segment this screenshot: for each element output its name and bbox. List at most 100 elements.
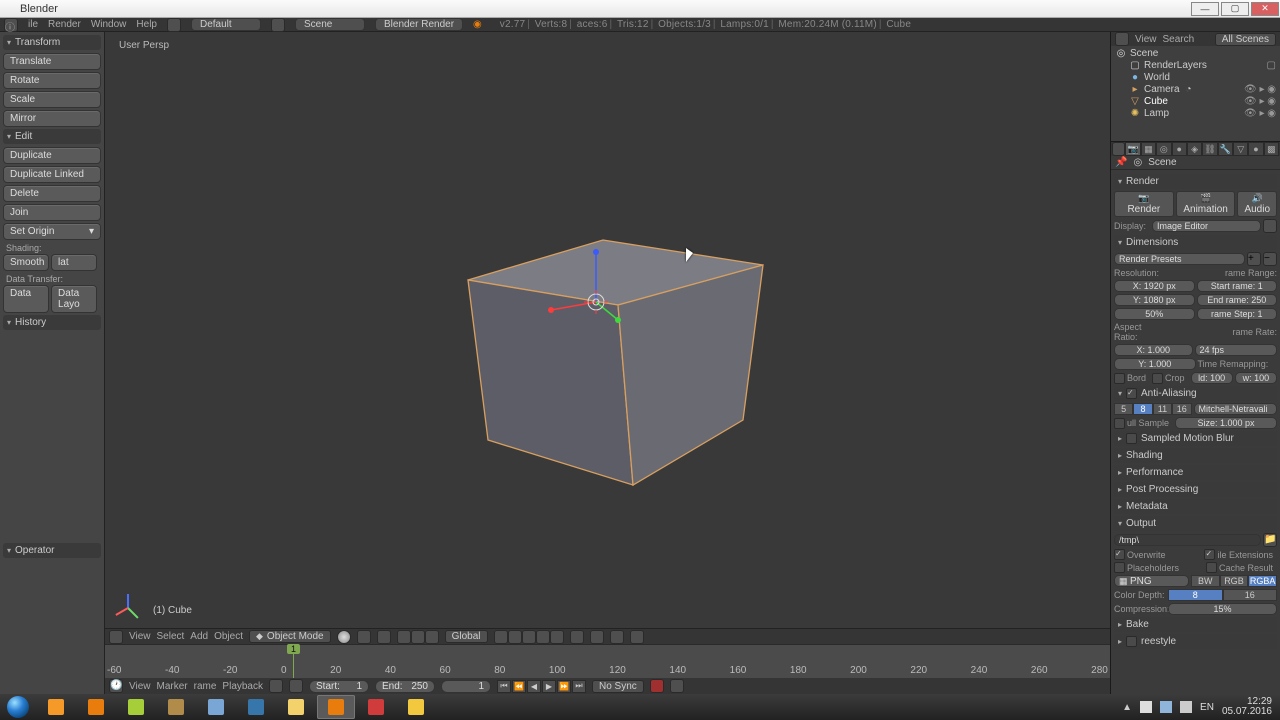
tray-arrow-icon[interactable]: ▲: [1122, 702, 1132, 713]
compression-field[interactable]: 15%: [1168, 603, 1277, 615]
rotate-manip-icon[interactable]: [411, 630, 425, 644]
manipulator-mode-group[interactable]: [397, 630, 439, 644]
depth-segment[interactable]: 8 16: [1168, 589, 1277, 601]
autokey-button[interactable]: [650, 679, 664, 693]
jump-end-button[interactable]: ⏭: [572, 680, 586, 693]
transform-panel-header[interactable]: Transform: [3, 35, 101, 50]
tree-renderlayers[interactable]: ▢RenderLayers▢: [1115, 60, 1276, 72]
menu-window[interactable]: Window: [91, 19, 127, 30]
shade-smooth-button[interactable]: Smooth: [3, 254, 49, 271]
tree-camera[interactable]: ▸Camera◔👁 ▸ ◉: [1115, 84, 1276, 96]
mblur-check[interactable]: [1126, 433, 1137, 444]
keying-set-icon[interactable]: [670, 679, 684, 693]
animation-button[interactable]: 🎬 Animation: [1176, 191, 1236, 217]
mode-selector[interactable]: ◆ Object Mode: [249, 630, 331, 643]
taskbar-app-blender2[interactable]: [317, 695, 355, 719]
editor-type-properties-icon[interactable]: [1112, 142, 1125, 156]
taskbar-app-cube[interactable]: [197, 695, 235, 719]
render-button[interactable]: 📷 Render: [1114, 191, 1174, 217]
editor-type-icon[interactable]: ⓘ: [4, 18, 18, 32]
res-x-field[interactable]: X: 1920 px: [1114, 280, 1195, 292]
freestyle-panel-header[interactable]: reestyle: [1114, 634, 1277, 649]
crop-check[interactable]: [1152, 373, 1163, 384]
performance-panel-header[interactable]: Performance: [1114, 465, 1277, 480]
aspect-x-field[interactable]: X: 1.000: [1114, 344, 1193, 356]
render-presets-dropdown[interactable]: Render Presets: [1114, 253, 1245, 265]
duplicate-button[interactable]: Duplicate: [3, 147, 101, 164]
scene-selector[interactable]: Scene: [295, 18, 365, 31]
folder-icon[interactable]: 📁: [1263, 533, 1277, 547]
taskbar-app-wmp[interactable]: [37, 695, 75, 719]
cache-result-check[interactable]: [1206, 562, 1217, 573]
output-panel-header[interactable]: Output: [1114, 516, 1277, 531]
format-dropdown[interactable]: ▦ PNG: [1114, 575, 1189, 587]
remove-preset-icon[interactable]: −: [1263, 252, 1277, 266]
back-icon[interactable]: [167, 18, 181, 32]
audio-button[interactable]: 🔊 Audio: [1237, 191, 1277, 217]
end-frame-field[interactable]: End:250: [375, 680, 435, 693]
taskbar-clock[interactable]: 12:29 05.07.2016: [1222, 697, 1272, 717]
taskbar-app-pdf[interactable]: [357, 695, 395, 719]
tray-flag-icon[interactable]: [1140, 701, 1152, 713]
view-menu[interactable]: View: [129, 631, 151, 642]
tab-data-icon[interactable]: ▽: [1233, 142, 1248, 156]
menu-render[interactable]: Render: [48, 19, 81, 30]
tl-frame-menu[interactable]: rame: [194, 681, 217, 692]
file-ext-check[interactable]: [1204, 549, 1215, 560]
object-menu[interactable]: Object: [214, 631, 243, 642]
outliner-view-menu[interactable]: View: [1135, 34, 1157, 45]
start-button[interactable]: [0, 694, 36, 720]
minimize-button[interactable]: —: [1191, 2, 1219, 16]
tab-world-icon[interactable]: ●: [1172, 142, 1187, 156]
tab-object-icon[interactable]: ◈: [1187, 142, 1202, 156]
shading-mode-icon[interactable]: [337, 630, 351, 644]
frame-start-field[interactable]: Start rame: 1: [1197, 280, 1278, 292]
tl-range-icon[interactable]: [269, 679, 283, 693]
tree-scene[interactable]: ◎Scene: [1115, 48, 1276, 60]
fps-dropdown[interactable]: 24 fps: [1195, 344, 1278, 356]
translate-manip-icon[interactable]: [397, 630, 411, 644]
duplicate-linked-button[interactable]: Duplicate Linked: [3, 166, 101, 183]
outliner-tree[interactable]: ◎Scene ▢RenderLayers▢ ●World ▸Camera◔👁 ▸…: [1111, 46, 1280, 141]
lock-icon[interactable]: [1263, 219, 1277, 233]
taskbar-app-python[interactable]: [237, 695, 275, 719]
snap-target-icon[interactable]: [590, 630, 604, 644]
taskbar-app-chrome[interactable]: [397, 695, 435, 719]
tab-material-icon[interactable]: ●: [1248, 142, 1263, 156]
edit-panel-header[interactable]: Edit: [3, 129, 101, 144]
aa-samples-segment[interactable]: 5 8 11 16: [1114, 403, 1192, 415]
tab-scene-icon[interactable]: ◎: [1156, 142, 1171, 156]
3d-viewport[interactable]: User Persp: [105, 32, 1110, 628]
menu-help[interactable]: Help: [136, 19, 157, 30]
timeline-track[interactable]: -60-40-200204060801001201401601802002202…: [105, 644, 1110, 678]
play-reverse-button[interactable]: ◀: [527, 680, 541, 693]
aa-panel-header[interactable]: Anti-Aliasing: [1114, 386, 1277, 401]
mirror-button[interactable]: Mirror: [3, 110, 101, 127]
aspect-y-field[interactable]: Y: 1.000: [1114, 358, 1196, 370]
tab-renderlayers-icon[interactable]: ▦: [1141, 142, 1156, 156]
layout-selector[interactable]: Default: [191, 18, 261, 31]
delete-button[interactable]: Delete: [3, 185, 101, 202]
channels-segment[interactable]: BW RGB RGBA: [1191, 575, 1277, 587]
pin-icon[interactable]: 📌: [1115, 157, 1127, 168]
layers-group[interactable]: [494, 630, 564, 644]
metadata-panel-header[interactable]: Metadata: [1114, 499, 1277, 514]
aa-enable-check[interactable]: [1126, 388, 1137, 399]
frame-end-field[interactable]: End rame: 250: [1197, 294, 1278, 306]
tl-marker-menu[interactable]: Marker: [157, 681, 188, 692]
outliner-search-menu[interactable]: Search: [1163, 34, 1195, 45]
add-preset-icon[interactable]: +: [1247, 252, 1261, 266]
data-button[interactable]: Data: [3, 285, 49, 313]
select-menu[interactable]: Select: [157, 631, 185, 642]
tl-preview-icon[interactable]: [289, 679, 303, 693]
scene-icon[interactable]: [271, 18, 285, 32]
sync-mode-selector[interactable]: No Sync: [592, 680, 644, 693]
maximize-button[interactable]: ▢: [1221, 2, 1249, 16]
keyframe-prev-button[interactable]: ⏪: [512, 680, 526, 693]
aa-filter-dropdown[interactable]: Mitchell-Netravali: [1194, 403, 1278, 415]
translate-button[interactable]: Translate: [3, 53, 101, 70]
dimensions-panel-header[interactable]: Dimensions: [1114, 235, 1277, 250]
taskbar-app-blender1[interactable]: [77, 695, 115, 719]
tab-texture-icon[interactable]: ▩: [1264, 142, 1279, 156]
system-tray[interactable]: ▲ EN 12:29 05.07.2016: [1122, 697, 1280, 717]
